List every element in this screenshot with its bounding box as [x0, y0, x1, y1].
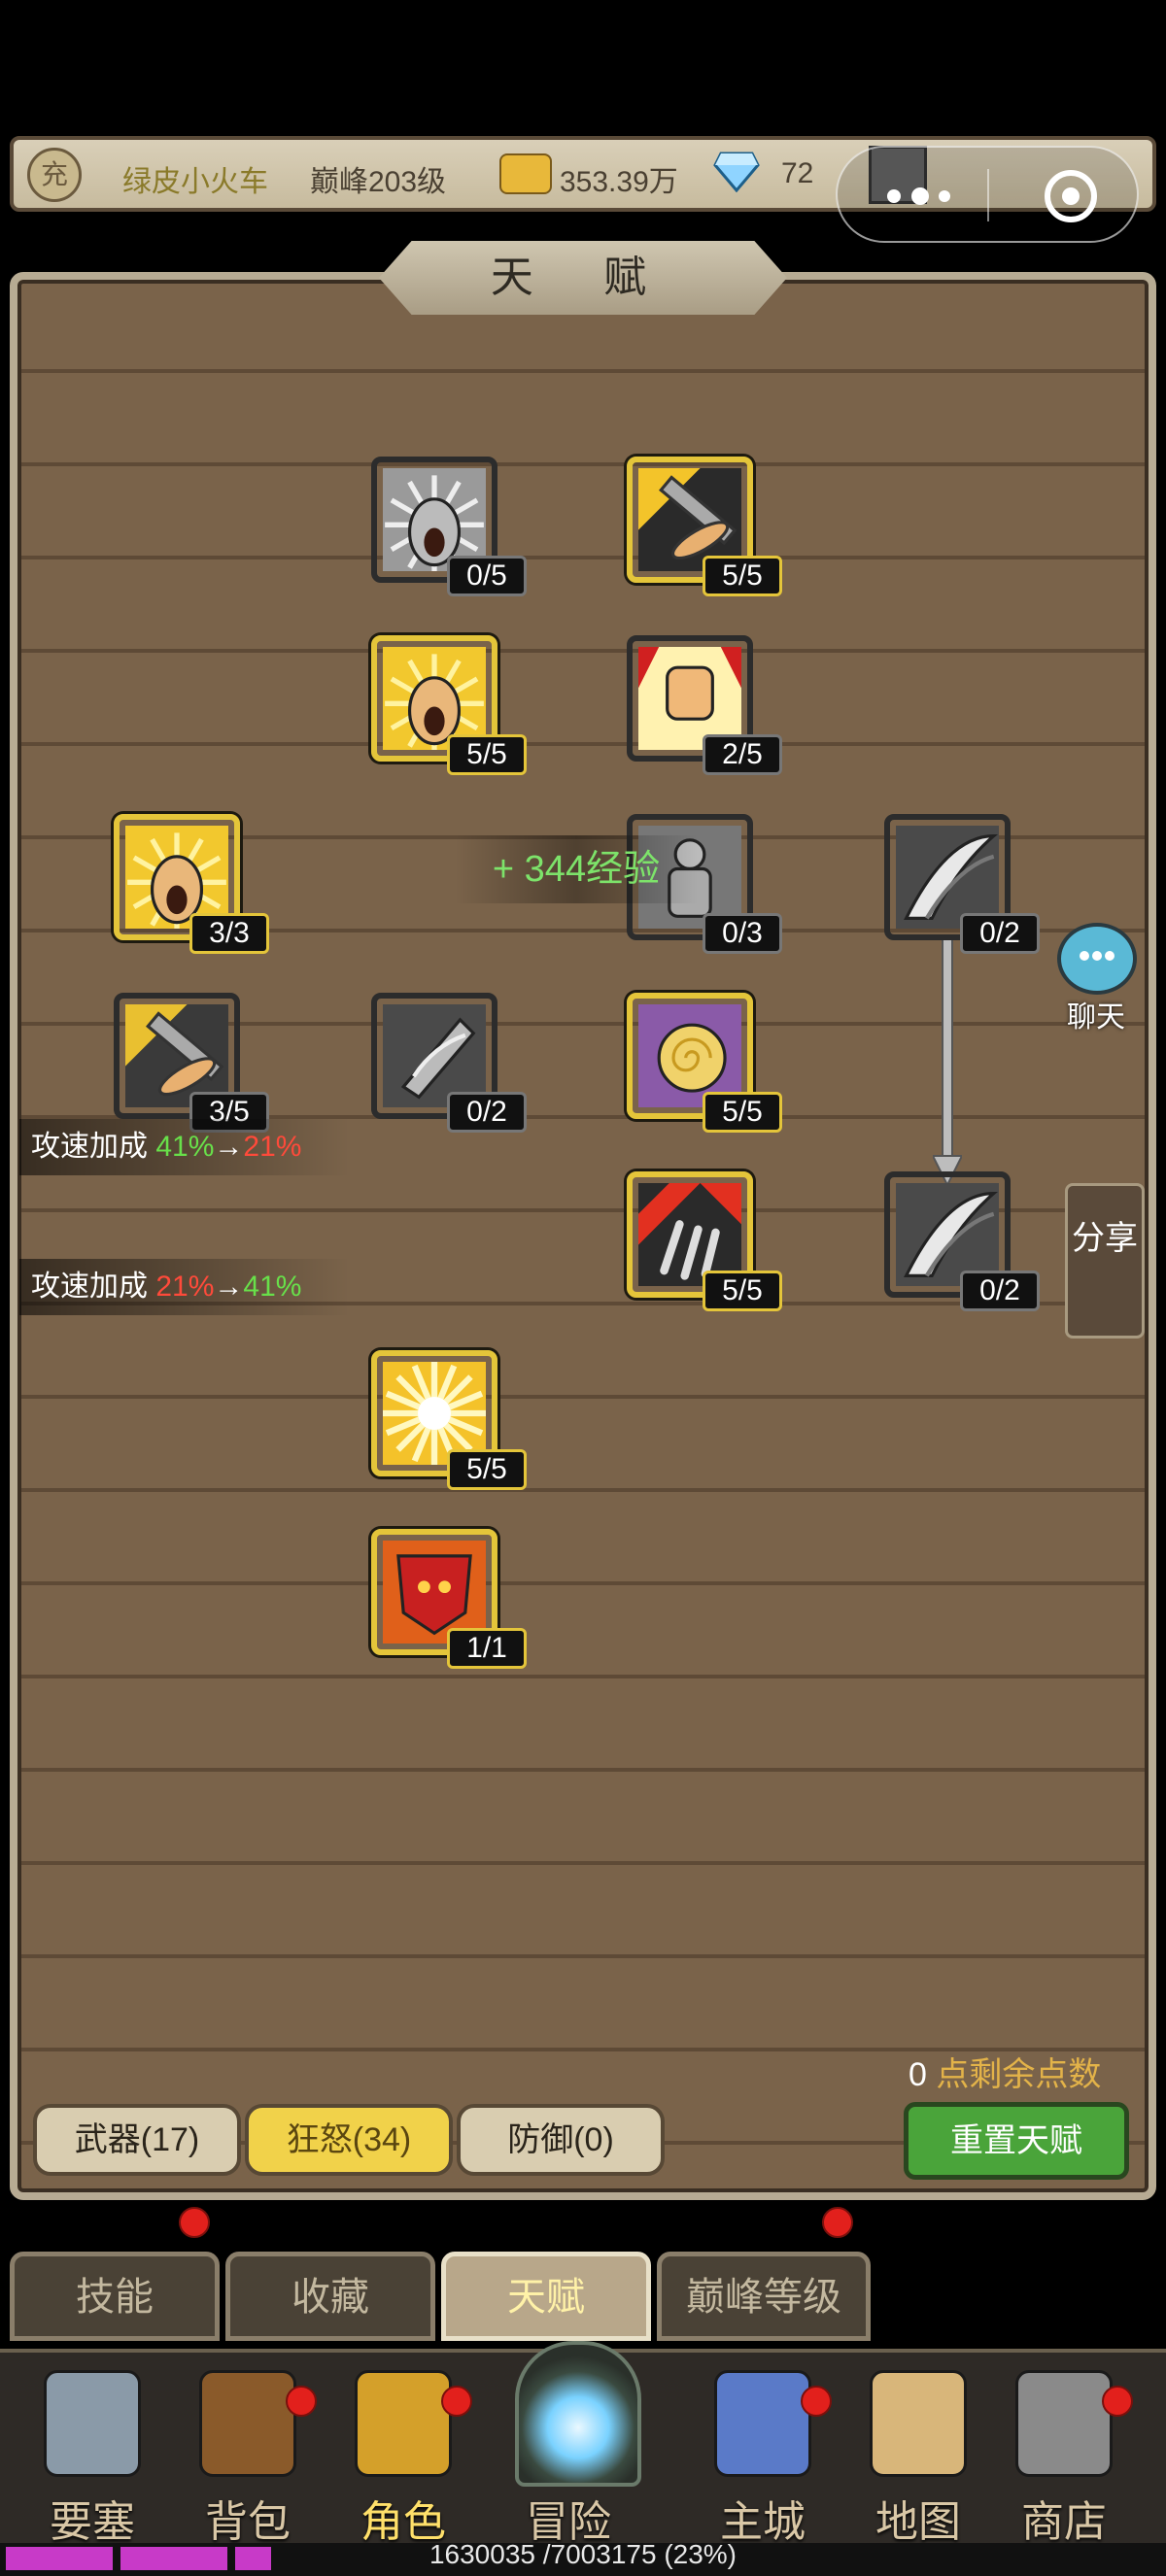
close-target-icon[interactable] — [1042, 167, 1100, 225]
fortress-icon — [44, 2370, 141, 2477]
talent-node-sword-left[interactable]: 3/5 — [114, 993, 269, 1133]
exp-gain-popup: + 344经验 — [455, 835, 698, 903]
points-label: 点剩余点数 — [936, 2056, 1102, 2093]
more-icon[interactable] — [876, 177, 964, 216]
talent-node-fist[interactable]: 2/5 — [627, 635, 782, 775]
talent-level: 2/5 — [703, 734, 782, 775]
talent-node-spiral[interactable]: 5/5 — [627, 993, 782, 1133]
notification-dot — [1102, 2386, 1133, 2417]
share-button[interactable]: 分享 — [1065, 1183, 1145, 1339]
tab-skills[interactable]: 技能 — [10, 2252, 220, 2341]
tooltip-arrow: → — [214, 1271, 244, 1303]
talent-node-howl-left[interactable]: 3/3 — [114, 814, 269, 954]
backpack-icon — [199, 2370, 296, 2477]
attack-speed-tooltip-2: 攻速加成 21%→41% — [19, 1259, 350, 1315]
talent-level: 5/5 — [703, 1092, 782, 1133]
talent-level: 5/5 — [447, 734, 527, 775]
diamond-amount: 72 — [781, 157, 814, 189]
remaining-points: 0 点剩余点数 — [909, 2048, 1101, 2095]
points-value: 0 — [909, 2056, 927, 2093]
gold-amount: 353.39万 — [560, 166, 678, 198]
castle-icon — [714, 2370, 811, 2477]
tooltip-to: 41% — [243, 1271, 302, 1303]
chat-label: 聊天 — [1067, 1001, 1125, 1034]
gold-icon[interactable] — [499, 153, 552, 194]
talent-level: 0/3 — [703, 913, 782, 954]
exp-bar-text: 1630035 /7003175 (23%) — [429, 2539, 737, 2569]
talent-node-burst[interactable]: 5/5 — [371, 1350, 527, 1490]
talent-node-claw[interactable]: 5/5 — [627, 1171, 782, 1311]
portal-icon — [515, 2341, 641, 2487]
map-scroll-icon — [870, 2370, 967, 2477]
nav-shop-bag[interactable]: 商店 — [1001, 2370, 1133, 2546]
talent-level: 3/3 — [189, 913, 269, 954]
shop-bag-icon — [1015, 2370, 1113, 2477]
talent-connector-arrow — [933, 937, 962, 1188]
talent-level: 1/1 — [447, 1628, 527, 1669]
tab-peak-level[interactable]: 巅峰等级 — [657, 2252, 871, 2341]
diamond-icon[interactable] — [713, 150, 760, 192]
tab-weapon[interactable]: 武器(17) — [33, 2104, 241, 2176]
talent-node-blade-top[interactable]: 0/2 — [884, 814, 1040, 954]
talent-node-howl-gray[interactable]: 0/5 — [371, 457, 527, 596]
talent-level: 5/5 — [447, 1449, 527, 1490]
notification-dot — [801, 2386, 832, 2417]
nav-backpack[interactable]: 背包 — [185, 2370, 317, 2546]
tab-defense[interactable]: 防御(0) — [457, 2104, 665, 2176]
talent-level: 0/2 — [960, 913, 1040, 954]
chat-button[interactable]: 聊天 — [1047, 923, 1145, 1034]
notification-dot — [286, 2386, 317, 2417]
recharge-icon[interactable]: 充 — [27, 148, 82, 202]
tab-talent[interactable]: 天赋 — [441, 2252, 651, 2341]
tooltip-label: 攻速加成 — [31, 1131, 156, 1163]
player-name: 绿皮小火车 — [122, 166, 268, 198]
talent-level: 5/5 — [703, 1271, 782, 1311]
chat-bubble-icon — [1057, 923, 1137, 995]
talent-node-shield-slash[interactable]: 0/2 — [371, 993, 527, 1133]
attack-speed-tooltip-1: 攻速加成 41%→21% — [19, 1119, 350, 1175]
notification-dot — [179, 2207, 210, 2238]
talent-level: 0/5 — [447, 556, 527, 596]
talent-node-howl-gold[interactable]: 5/5 — [371, 635, 527, 775]
panel-title: 天 赋 — [379, 241, 787, 315]
tooltip-arrow: → — [214, 1131, 244, 1163]
helmet-icon — [355, 2370, 452, 2477]
talent-node-blade-bottom[interactable]: 0/2 — [884, 1171, 1040, 1311]
talent-node-sword-gold[interactable]: 5/5 — [627, 457, 782, 596]
capsule-divider — [987, 169, 989, 221]
talent-node-rage-flag[interactable]: 1/1 — [371, 1529, 527, 1669]
miniprogram-capsule[interactable] — [836, 146, 1139, 243]
peak-level: 巅峰203级 — [310, 166, 447, 198]
tab-collection[interactable]: 收藏 — [225, 2252, 435, 2341]
notification-dot — [441, 2386, 472, 2417]
talent-level: 0/2 — [447, 1092, 527, 1133]
talent-level: 5/5 — [703, 556, 782, 596]
nav-castle[interactable]: 主城 — [700, 2370, 832, 2546]
notification-dot — [822, 2207, 853, 2238]
tooltip-from: 41% — [155, 1131, 215, 1163]
reset-talents-button[interactable]: 重置天赋 — [904, 2102, 1129, 2180]
nav-fortress[interactable]: 要塞 — [29, 2370, 155, 2546]
talent-level: 0/2 — [960, 1271, 1040, 1311]
nav-map-scroll[interactable]: 地图 — [855, 2370, 981, 2546]
tab-rage[interactable]: 狂怒(34) — [245, 2104, 453, 2176]
nav-portal[interactable]: 冒险 — [505, 2341, 651, 2546]
nav-helmet[interactable]: 角色 — [340, 2370, 472, 2546]
tooltip-from: 21% — [155, 1271, 215, 1303]
tooltip-to: 21% — [243, 1131, 302, 1163]
tooltip-label: 攻速加成 — [31, 1271, 156, 1303]
